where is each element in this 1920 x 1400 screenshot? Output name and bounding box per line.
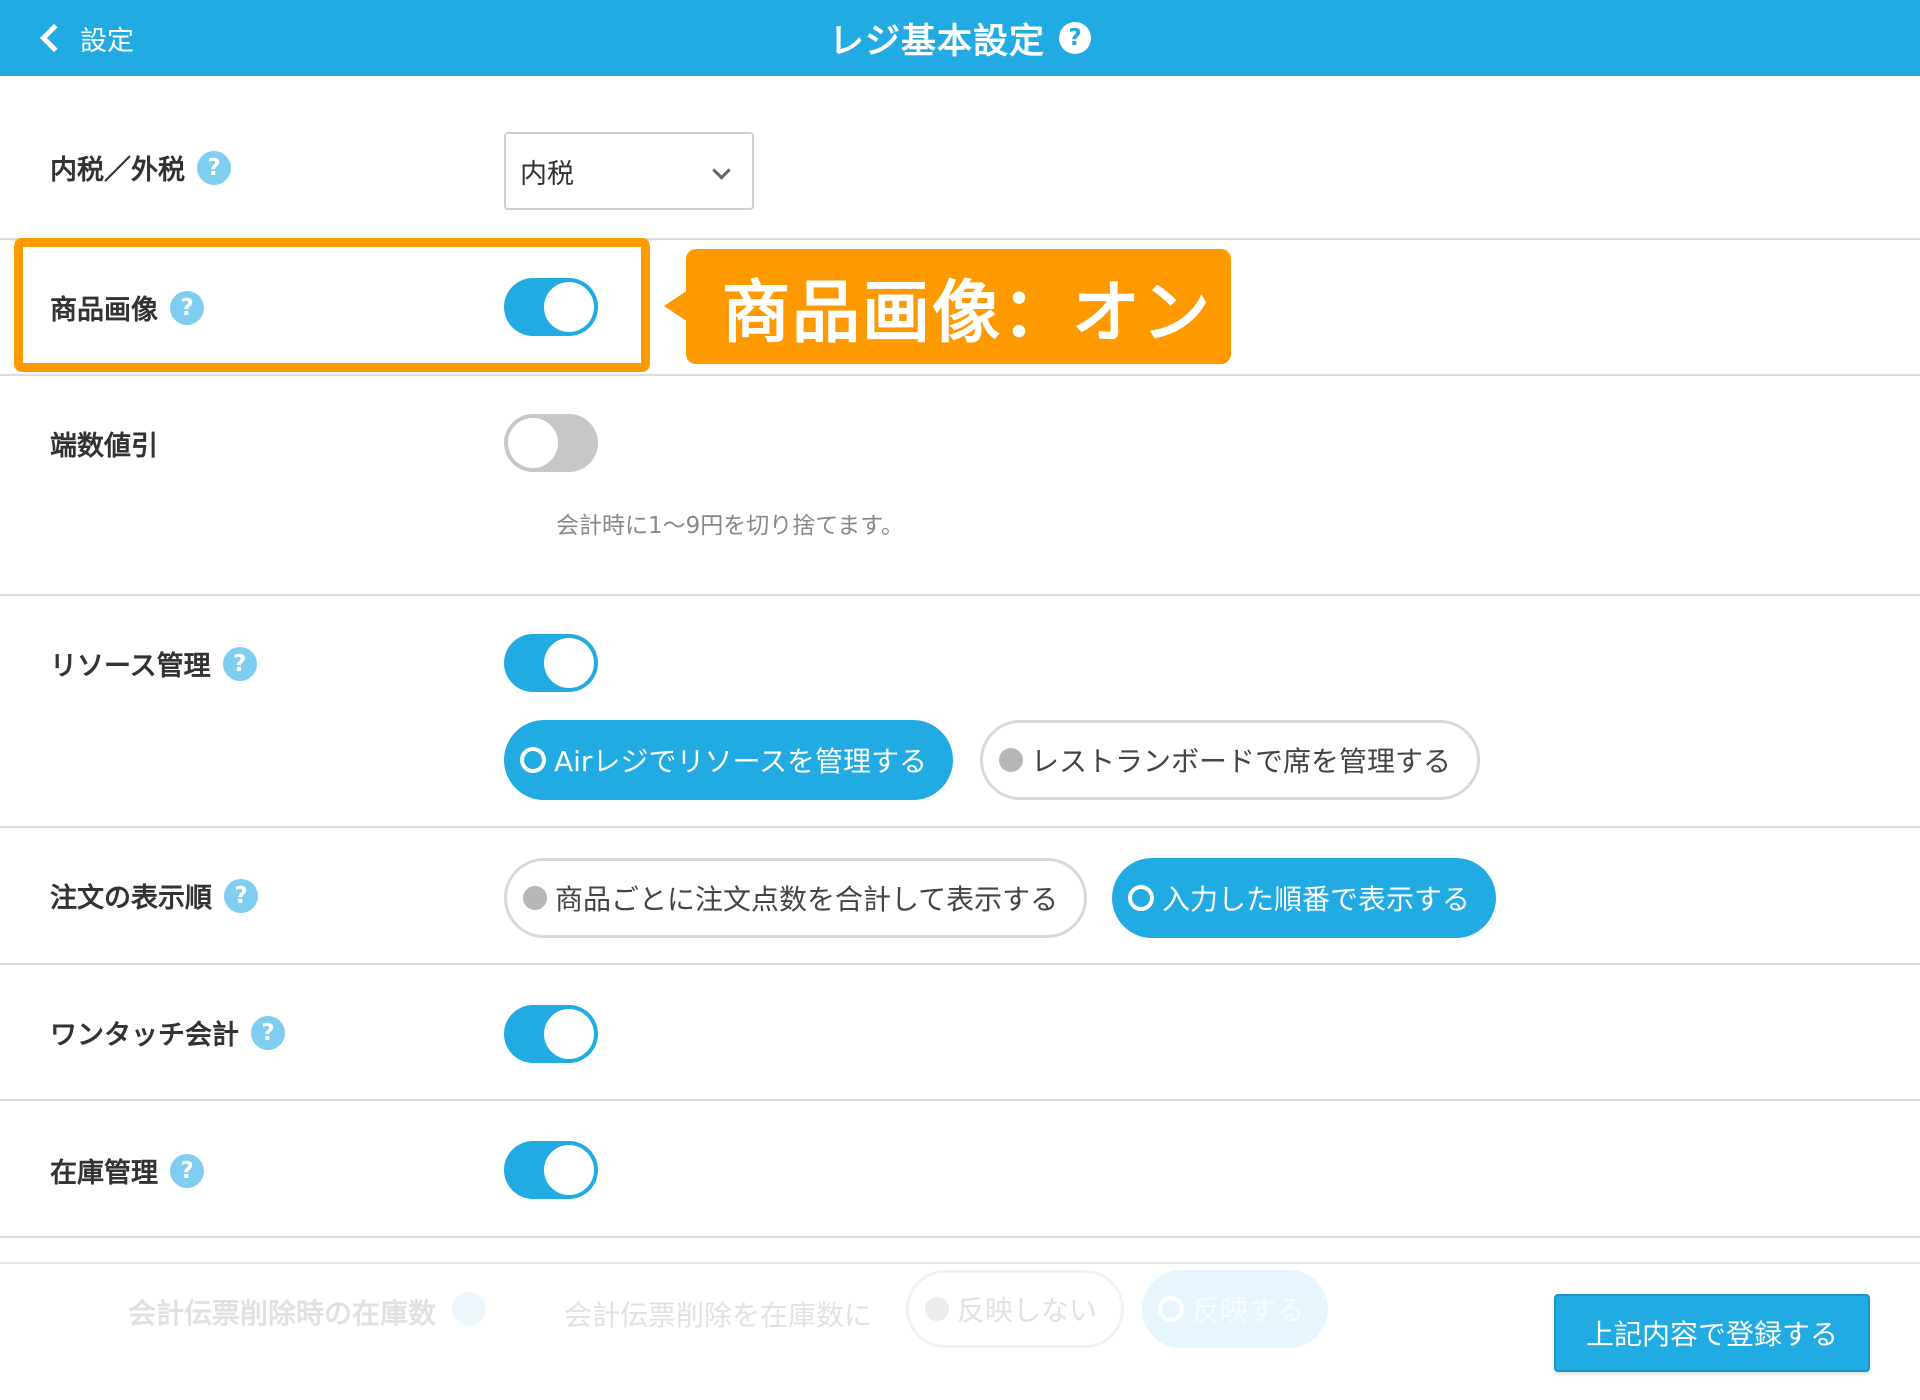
help-icon[interactable]: ?	[224, 878, 258, 913]
help-icon[interactable]: ?	[170, 1153, 204, 1188]
tax-select[interactable]: 内税	[504, 132, 754, 210]
faded-option-reflect-label: 反映する	[1192, 1294, 1305, 1327]
resource-option-restaurant-board-label: レストランボードで席を管理する	[1031, 745, 1452, 778]
rounding-discount-note: 会計時に1〜9円を切り捨てます。	[556, 513, 904, 539]
submit-button[interactable]: 上記内容で登録する	[1554, 1294, 1870, 1372]
setting-row-resource-management: リソース管理 ? Airレジでリソースを管理する レストランボードで席を管理する	[0, 596, 1920, 828]
setting-row-tax: 内税／外税 ? 内税	[0, 76, 1920, 240]
order-option-input-order[interactable]: 入力した順番で表示する	[1112, 858, 1497, 938]
resource-option-airregi[interactable]: Airレジでリソースを管理する	[504, 720, 954, 800]
setting-label-order-display: 注文の表示順 ?	[50, 876, 258, 915]
order-option-input-order-label: 入力した順番で表示する	[1162, 883, 1471, 916]
highlight-frame	[14, 238, 650, 372]
annotation-callout: 商品画像：オン	[686, 249, 1231, 364]
faded-setting-label: 会計伝票削除時の在庫数	[128, 1297, 437, 1330]
faded-option-no-reflect-label: 反映しない	[957, 1294, 1098, 1327]
inventory-toggle[interactable]	[504, 1141, 598, 1199]
toggle-knob	[544, 1009, 594, 1059]
faded-option-no-reflect: 反映しない	[906, 1270, 1125, 1348]
resource-option-airregi-label: Airレジでリソースを管理する	[554, 745, 928, 778]
setting-label-resource-management-text: リソース管理	[50, 651, 211, 682]
one-touch-toggle[interactable]	[504, 1005, 598, 1063]
faded-setting-desc: 会計伝票削除を在庫数に	[564, 1299, 873, 1332]
toggle-knob	[544, 1145, 594, 1195]
setting-row-rounding-discount: 端数値引 会計時に1〜9円を切り捨てます。	[0, 376, 1920, 596]
annotation-text: 商品画像：オン	[722, 274, 1213, 353]
setting-label-tax: 内税／外税 ?	[50, 148, 231, 187]
order-option-aggregate[interactable]: 商品ごとに注文点数を合計して表示する	[504, 858, 1088, 938]
help-icon[interactable]: ?	[197, 150, 231, 185]
faded-option-reflect: 反映する	[1142, 1270, 1329, 1348]
tax-select-value: 内税	[520, 158, 574, 190]
faded-help-icon	[452, 1292, 486, 1326]
header-title-group: レジ基本設定 ?	[0, 0, 1920, 76]
radio-dot-icon	[999, 748, 1023, 772]
setting-row-one-touch: ワンタッチ会計 ?	[0, 965, 1920, 1101]
help-icon[interactable]: ?	[1059, 22, 1091, 54]
footer-bar: 会計伝票削除時の在庫数 会計伝票削除を在庫数に 反映しない 反映する 上記内容で…	[0, 1262, 1920, 1400]
setting-row-inventory: 在庫管理 ?	[0, 1101, 1920, 1238]
help-icon[interactable]: ?	[222, 646, 257, 681]
radio-dot-icon	[523, 886, 547, 910]
radio-ring-icon	[1158, 1296, 1184, 1322]
chevron-down-icon	[712, 161, 731, 180]
help-icon[interactable]: ?	[251, 1015, 285, 1050]
order-option-aggregate-label: 商品ごとに注文点数を合計して表示する	[555, 883, 1059, 916]
resource-management-toggle[interactable]	[504, 634, 598, 692]
setting-label-order-display-text: 注文の表示順	[50, 883, 212, 914]
setting-label-rounding-discount-text: 端数値引	[50, 431, 158, 462]
setting-row-order-display: 注文の表示順 ? 商品ごとに注文点数を合計して表示する 入力した順番で表示する	[0, 828, 1920, 965]
radio-ring-icon	[1128, 885, 1154, 911]
radio-dot-icon	[925, 1297, 949, 1321]
setting-label-inventory-text: 在庫管理	[50, 1158, 158, 1189]
header-bar: 設定 レジ基本設定 ?	[0, 0, 1920, 76]
setting-label-tax-text: 内税／外税	[50, 155, 185, 186]
setting-label-one-touch-text: ワンタッチ会計	[50, 1020, 239, 1051]
submit-button-label: 上記内容で登録する	[1585, 1318, 1838, 1351]
setting-label-rounding-discount: 端数値引	[50, 424, 158, 463]
setting-label-resource-management: リソース管理 ?	[50, 644, 257, 683]
page-title: レジ基本設定	[828, 21, 1045, 62]
toggle-knob	[508, 418, 558, 468]
resource-option-restaurant-board[interactable]: レストランボードで席を管理する	[980, 720, 1481, 800]
setting-label-one-touch: ワンタッチ会計 ?	[50, 1013, 285, 1052]
radio-ring-icon	[520, 747, 546, 773]
toggle-knob	[544, 638, 594, 688]
setting-label-inventory: 在庫管理 ?	[50, 1151, 204, 1190]
rounding-discount-toggle[interactable]	[504, 414, 598, 472]
callout-arrow	[664, 290, 688, 322]
